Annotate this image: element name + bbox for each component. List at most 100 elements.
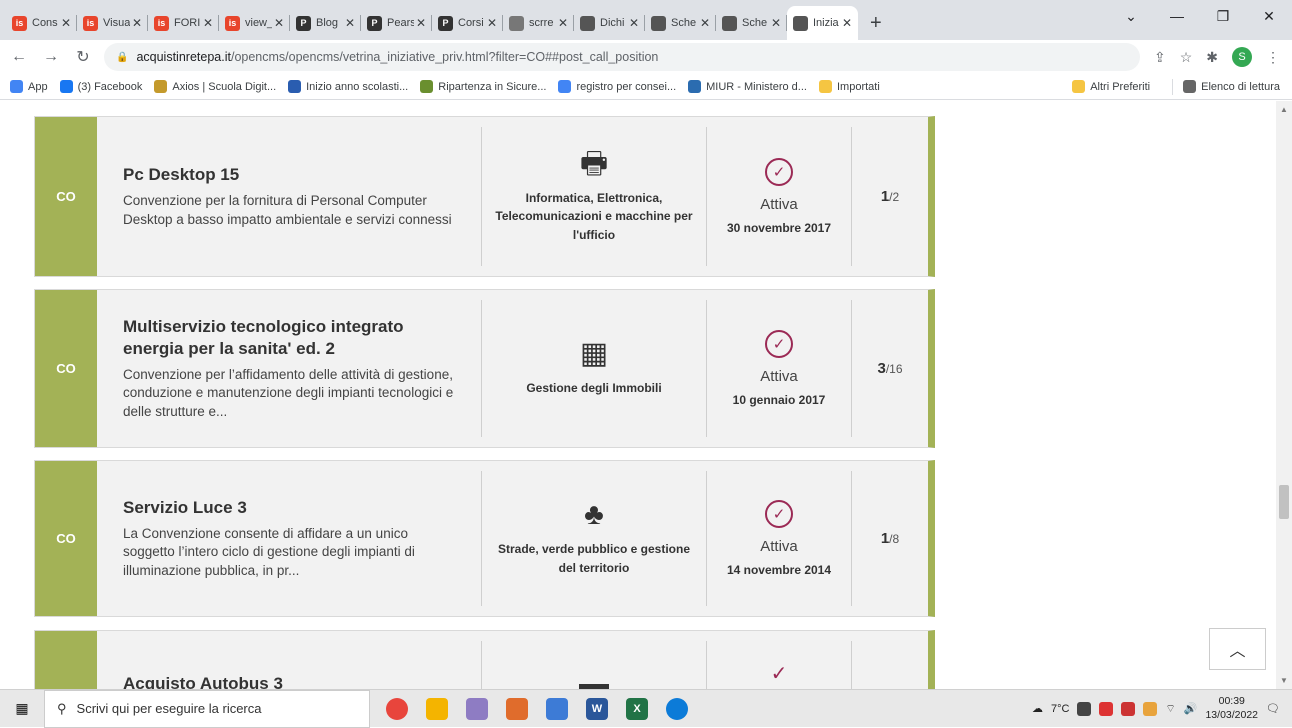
initiative-card[interactable]: CO Multiservizio tecnologico integrato e… [34,289,935,448]
browser-tab[interactable]: is FORI ✕ [148,6,219,40]
back-button[interactable]: ← [6,48,32,66]
network-icon[interactable]: ⌔ [1165,702,1175,716]
tab-favicon-icon: is [225,15,240,31]
file-explorer-icon[interactable] [426,697,448,720]
bookmark-item[interactable]: Inizio anno scolasti... [288,80,408,93]
lots-count: 1/2 [852,117,928,276]
tab-favicon-icon: P [367,15,382,31]
initiative-card[interactable]: CO Servizio Luce 3 La Convenzione consen… [34,460,935,617]
taskbar-search[interactable]: ⚲ Scrivi qui per eseguire la ricerca [44,689,370,728]
initiative-title[interactable]: Acquisto Autobus 3 [123,673,461,689]
bookmark-favicon-icon [1183,80,1197,93]
lots-total: /8 [889,531,900,546]
browser-tab[interactable]: Sche ✕ [716,6,787,40]
browser-tab[interactable]: Dichi ✕ [574,6,645,40]
tray-app-icon[interactable] [1121,701,1136,716]
initiative-title[interactable]: Servizio Luce 3 [123,497,461,519]
initiative-description: La Convenzione consente di affidare a un… [123,526,415,578]
weather-temp[interactable]: 7°C [1051,703,1069,715]
tab-close-icon[interactable]: ✕ [345,16,355,30]
tab-title: Cons [32,17,58,29]
media-icon[interactable] [506,697,528,720]
initiative-title[interactable]: Multiservizio tecnologico integrato ener… [123,316,461,360]
tab-close-icon[interactable]: ✕ [274,16,284,30]
tab-close-icon[interactable]: ✕ [487,16,497,30]
tab-close-icon[interactable]: ✕ [132,16,142,30]
tab-close-icon[interactable]: ✕ [842,16,852,30]
page-scrollbar[interactable]: ▲ ▼ [1276,101,1292,689]
bookmark-item[interactable]: App [10,80,48,93]
tab-close-icon[interactable]: ✕ [203,16,213,30]
close-window-button[interactable]: ✕ [1246,0,1292,32]
lots-count: 1/8 [852,461,928,616]
word-icon[interactable]: W [586,697,608,720]
browser-tab[interactable]: is view_ ✕ [219,6,290,40]
initiative-title[interactable]: Pc Desktop 15 [123,164,461,186]
tab-title: Inizia [813,17,839,29]
paint-icon[interactable] [466,697,488,720]
reload-button[interactable]: ↻ [70,47,96,67]
tab-close-icon[interactable]: ✕ [700,16,710,30]
profile-avatar[interactable]: S [1232,47,1252,67]
tab-close-icon[interactable]: ✕ [61,16,71,30]
initiative-description: Convenzione per la fornitura di Personal… [123,193,452,227]
browser-tab[interactable]: Inizia ✕ [787,6,858,40]
tab-favicon-icon: P [438,15,453,31]
bookmark-item[interactable]: (3) Facebook [59,80,142,93]
scrollbar-thumb[interactable] [1279,485,1289,519]
excel-icon[interactable]: X [626,697,648,720]
app-icon[interactable] [546,697,568,720]
printer-icon: 🖶 [579,146,609,180]
bookmark-item[interactable]: MIUR - Ministero d... [688,80,807,93]
menu-icon[interactable]: ⋮ [1266,49,1280,66]
browser-tab[interactable]: is Cons ✕ [6,6,77,40]
bookmark-item[interactable]: Altri Preferiti [1072,80,1150,93]
address-bar[interactable]: 🔒 acquistinretepa.it /opencms/opencms/ve… [104,43,1140,71]
instrument-tag: CO [35,461,97,616]
tab-title: FORI [174,17,201,29]
check-circle-icon: ✓ [765,158,793,186]
tab-close-icon[interactable]: ✕ [771,16,781,30]
weather-icon[interactable]: ☁ [1032,702,1043,715]
minimize-button[interactable]: — [1154,0,1200,32]
scroll-up-icon[interactable]: ▲ [1280,105,1288,114]
initiative-card[interactable]: Acquisto Autobus 3 ▬ ✓ [34,630,935,689]
scroll-down-icon[interactable]: ▼ [1280,676,1288,685]
tray-app-icon[interactable] [1077,701,1092,716]
tab-favicon-icon [509,15,524,31]
browser-tab[interactable]: is Visua ✕ [77,6,148,40]
tab-close-icon[interactable]: ✕ [416,16,426,30]
new-tab-button[interactable]: + [858,6,894,40]
tab-search-icon[interactable]: ⌄ [1108,0,1154,32]
taskbar-clock[interactable]: 00:39 13/03/2022 [1205,695,1258,722]
extensions-icon[interactable]: ✱ [1206,49,1218,66]
browser-tab[interactable]: Sche ✕ [645,6,716,40]
tray-app-icon[interactable] [1099,701,1114,716]
bookmark-item[interactable]: Elenco di lettura [1183,80,1280,93]
chrome-icon[interactable] [386,697,408,720]
bookmark-item[interactable]: Importati [818,80,880,93]
forward-button[interactable]: → [38,48,64,66]
share-icon[interactable]: ⇪ [1154,49,1166,66]
browser-tab[interactable]: P Pears ✕ [361,6,432,40]
browser-toolbar: ← → ↻ 🔒 acquistinretepa.it /opencms/open… [0,40,1292,74]
volume-icon[interactable]: 🔊 [1184,702,1198,715]
bookmark-star-icon[interactable]: ☆ [1180,49,1193,66]
restore-button[interactable]: ❐ [1200,0,1246,32]
notification-icon[interactable]: 🗨 [1266,702,1280,715]
initiative-card[interactable]: CO Pc Desktop 15 Convenzione per la forn… [34,116,935,277]
bus-icon: ▬ [579,667,609,690]
bookmark-item[interactable]: Axios | Scuola Digit... [154,80,276,93]
activation-date: 10 gennaio 2017 [732,393,826,407]
browser-tab[interactable]: P Blog ✕ [290,6,361,40]
browser-tab[interactable]: P Corsi ✕ [432,6,503,40]
tab-close-icon[interactable]: ✕ [558,16,568,30]
tray-app-icon[interactable] [1143,701,1158,716]
browser-tab[interactable]: scrre ✕ [503,6,574,40]
bookmark-item[interactable]: registro per consei... [558,80,676,93]
bookmark-item[interactable]: Ripartenza in Sicure... [420,80,546,93]
edge-icon[interactable] [666,697,688,720]
back-to-top-button[interactable]: ︿ [1209,628,1266,670]
tab-close-icon[interactable]: ✕ [629,16,639,30]
windows-start-icon[interactable]: ▦ [0,700,44,717]
